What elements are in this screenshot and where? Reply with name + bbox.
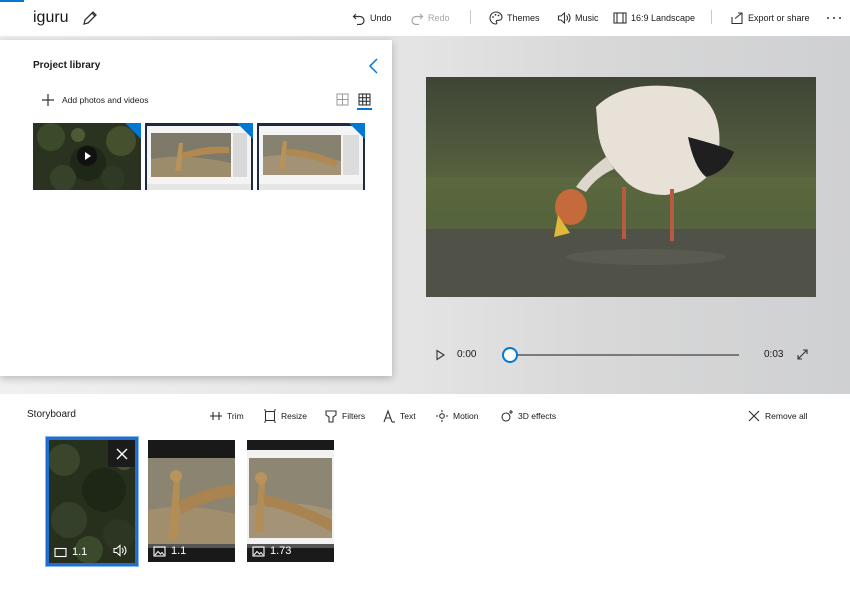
selection-corner [237,123,253,139]
stork-preview-frame [426,77,816,297]
redo-icon [411,13,424,25]
add-photos-videos-button[interactable]: Add photos and videos [41,93,148,107]
redo-button[interactable]: Redo [410,9,450,27]
add-photos-videos-label: Add photos and videos [62,95,149,105]
clip-duration: 1.1 [171,545,187,557]
video-preview[interactable] [426,77,816,297]
project-library-panel: Project library Add photos and videos [0,40,392,376]
resize-button[interactable]: Resize [263,408,307,424]
redo-label: Redo [428,13,450,23]
text-icon [383,409,395,423]
more-options-icon[interactable] [825,9,843,25]
trim-icon [210,412,222,420]
project-library-title: Project library [33,60,101,71]
close-icon [748,410,760,422]
motion-label: Motion [453,411,479,421]
toolbar-divider [711,10,712,24]
filters-label: Filters [342,411,366,421]
export-label: Export or share [748,13,810,23]
text-button[interactable]: Text [382,408,416,424]
volume-icon[interactable] [113,544,128,557]
3d-effects-button[interactable]: 3D effects [500,408,556,424]
sparkle-icon [501,410,513,422]
themes-button[interactable]: Themes [489,9,540,27]
resize-label: Resize [281,411,307,421]
seek-track[interactable] [511,354,739,356]
storyboard-card[interactable]: 1.1 [148,440,235,562]
filters-button[interactable]: Filters [324,408,365,424]
trim-label: Trim [227,411,244,421]
play-icon[interactable] [434,349,446,361]
palette-icon [489,11,503,25]
trim-button[interactable]: Trim [209,408,244,424]
chevron-left-icon[interactable] [366,57,382,75]
themes-label: Themes [507,13,540,23]
play-icon [77,146,97,166]
current-time: 0:00 [457,349,477,360]
library-item-image[interactable] [257,123,365,190]
export-button[interactable]: Export or share [730,9,810,27]
clip-duration-bar: 1.73 [247,540,334,562]
remove-all-label: Remove all [765,411,808,421]
undo-button[interactable]: Undo [352,9,392,27]
active-view-indicator [357,108,372,110]
text-label: Text [400,411,416,421]
large-grid-icon[interactable] [336,93,349,106]
filters-icon [325,410,337,423]
storyboard-card[interactable]: 1.73 [247,440,334,562]
project-title[interactable]: iguru [33,9,69,27]
plus-icon [42,94,54,106]
motion-icon [436,410,448,422]
small-grid-icon[interactable] [358,93,371,106]
speaker-icon [557,11,571,25]
close-icon [116,448,127,459]
library-item-video[interactable] [33,123,141,190]
fullscreen-icon[interactable] [796,348,809,361]
library-item-image[interactable] [145,123,253,190]
toolbar-divider [470,10,471,24]
3d-effects-label: 3D effects [518,411,557,421]
clip-duration-bar: 1.1 [148,540,235,562]
title-bar: iguru Undo Redo Themes Music 16:9 Landsc… [0,0,850,36]
selection-corner [349,123,365,139]
image-icon [153,545,166,557]
undo-icon [352,13,365,25]
video-icon [54,547,67,557]
selection-corner [125,123,141,139]
storyboard-title: Storyboard [27,409,76,420]
seek-thumb[interactable] [502,347,518,363]
title-accent-line [0,0,24,2]
clip-duration: 1.1 [72,546,88,558]
clip-duration: 1.73 [270,545,292,557]
storyboard-card[interactable]: 1.1 [46,437,138,566]
pencil-icon[interactable] [81,9,99,27]
playback-controls: 0:00 0:03 [426,344,816,366]
image-icon [252,545,265,557]
music-label: Music [575,13,599,23]
music-button[interactable]: Music [557,9,599,27]
motion-button[interactable]: Motion [435,408,479,424]
undo-label: Undo [370,13,392,23]
aspect-ratio-icon [613,12,627,24]
total-duration: 0:03 [764,349,784,360]
remove-clip-button[interactable] [108,440,135,467]
resize-icon [264,409,276,423]
aspect-ratio-button[interactable]: 16:9 Landscape [613,9,695,27]
aspect-ratio-label: 16:9 Landscape [631,13,696,23]
remove-all-button[interactable]: Remove all [747,408,808,424]
export-icon [731,12,743,25]
